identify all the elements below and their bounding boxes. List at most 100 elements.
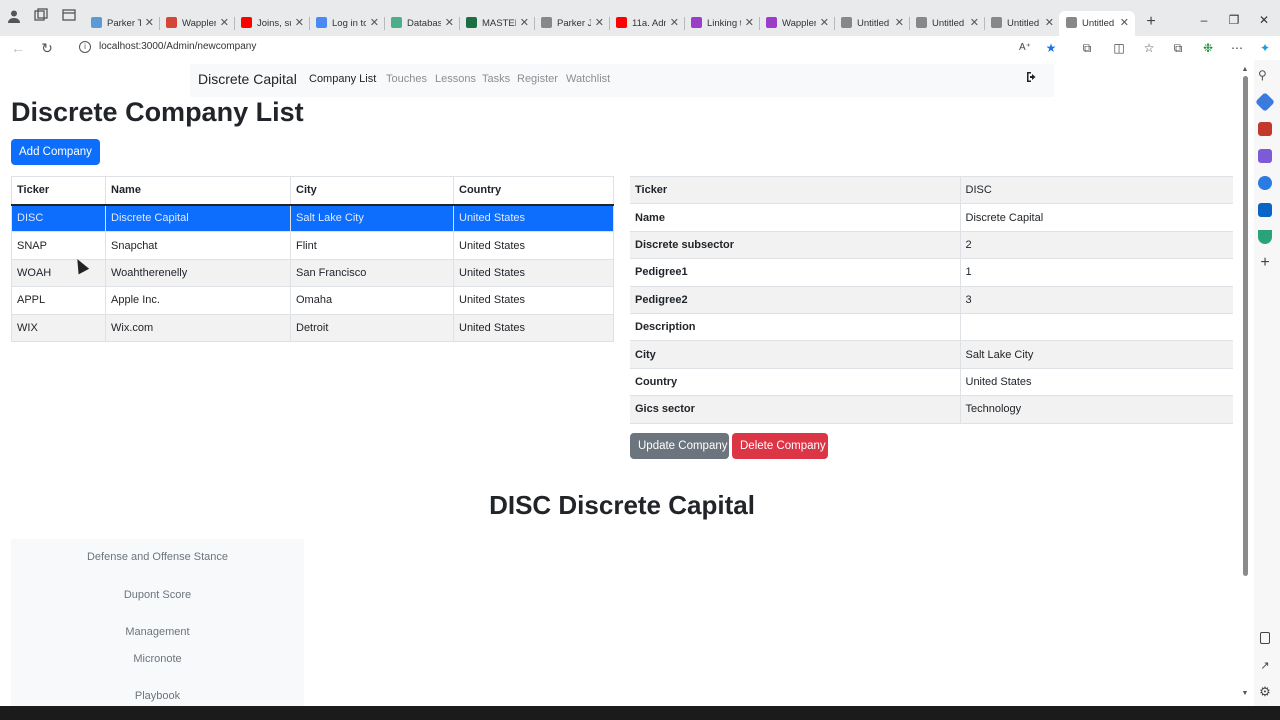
- profile-icon[interactable]: [4, 8, 24, 28]
- sidebar-games-icon[interactable]: [1258, 149, 1272, 163]
- cell-ticker: WOAH: [11, 259, 106, 288]
- sidebar-drop-icon[interactable]: [1258, 230, 1272, 244]
- sidebar-tools-icon[interactable]: [1258, 122, 1272, 136]
- workspaces-icon[interactable]: [31, 8, 51, 28]
- logout-icon[interactable]: [1026, 71, 1038, 86]
- tab-title: Untitled: [1007, 18, 1040, 29]
- more-menu-icon[interactable]: ⋯: [1229, 40, 1245, 56]
- tab-favicon-icon: [541, 17, 552, 28]
- tab-close-icon[interactable]: ✕: [145, 16, 154, 29]
- browser-essentials-icon[interactable]: ❉: [1200, 40, 1216, 56]
- detail-row-country: Country United States: [630, 368, 1233, 397]
- side-menu-item-defense-offense[interactable]: Defense and Offense Stance: [11, 551, 304, 563]
- tab-close-icon[interactable]: ✕: [595, 16, 604, 29]
- tab-close-icon[interactable]: ✕: [670, 16, 679, 29]
- browser-tab[interactable]: Parker Ti ✕: [84, 11, 160, 36]
- site-info-icon[interactable]: i: [79, 41, 91, 53]
- browser-tab[interactable]: Linking t ✕: [684, 11, 760, 36]
- sidebar-m365-icon[interactable]: [1258, 176, 1272, 190]
- detail-label: Name: [630, 203, 961, 232]
- navbar-brand[interactable]: Discrete Capital: [198, 71, 297, 87]
- scroll-up-arrow-icon[interactable]: ▲: [1240, 66, 1250, 73]
- close-window-button[interactable]: ✕: [1257, 13, 1271, 27]
- nav-link-lessons[interactable]: Lessons: [435, 73, 476, 85]
- side-menu-item-micronote[interactable]: Micronote: [11, 653, 304, 665]
- favorite-star-icon[interactable]: ★: [1043, 40, 1059, 56]
- taskbar-strip: [0, 706, 1280, 720]
- browser-tab[interactable]: Log in to ✕: [309, 11, 385, 36]
- extensions-icon[interactable]: ⧉: [1079, 40, 1095, 56]
- sidebar-settings-gear-icon[interactable]: ⚙: [1258, 685, 1272, 699]
- table-row-selected[interactable]: DISC Discrete Capital Salt Lake City Uni…: [11, 204, 614, 233]
- update-company-button[interactable]: Update Company: [630, 433, 729, 459]
- sidebar-add-icon[interactable]: +: [1258, 255, 1272, 271]
- nav-link-company-list[interactable]: Company List: [309, 73, 376, 85]
- sidebar-external-icon[interactable]: ↗: [1258, 659, 1272, 673]
- tab-close-icon[interactable]: ✕: [220, 16, 229, 29]
- tab-title: Wappler: [182, 18, 216, 29]
- column-header-city[interactable]: City: [290, 176, 454, 206]
- side-menu-item-playbook[interactable]: Playbook: [11, 690, 304, 702]
- scrollbar-thumb[interactable]: [1243, 76, 1248, 576]
- tab-close-icon[interactable]: ✕: [1045, 16, 1054, 29]
- add-company-button[interactable]: Add Company: [11, 139, 100, 165]
- tab-close-icon[interactable]: ✕: [820, 16, 829, 29]
- nav-link-watchlist[interactable]: Watchlist: [566, 73, 610, 85]
- nav-link-register[interactable]: Register: [517, 73, 558, 85]
- column-header-country[interactable]: Country: [453, 176, 614, 206]
- tab-close-icon[interactable]: ✕: [970, 16, 979, 29]
- new-tab-button[interactable]: +: [1143, 13, 1159, 31]
- table-row[interactable]: WIX Wix.com Detroit United States: [11, 314, 614, 342]
- cell-name: Woahtherenelly: [105, 259, 291, 288]
- browser-tab[interactable]: 11a. Adm ✕: [609, 11, 685, 36]
- sidebar-shopping-icon[interactable]: [1255, 92, 1275, 112]
- tab-close-icon[interactable]: ✕: [1120, 16, 1129, 29]
- table-row[interactable]: SNAP Snapchat Flint United States: [11, 231, 614, 260]
- browser-tab[interactable]: Joins, sul ✕: [234, 11, 310, 36]
- sidebar-search-icon[interactable]: ⚲: [1258, 68, 1272, 82]
- tab-favicon-icon: [466, 17, 477, 28]
- collections-icon[interactable]: ⧉: [1170, 40, 1186, 56]
- sidebar-outlook-icon[interactable]: [1258, 203, 1272, 217]
- column-header-ticker[interactable]: Ticker: [11, 176, 106, 206]
- tab-actions-icon[interactable]: [59, 8, 79, 28]
- tab-favicon-icon: [166, 17, 177, 28]
- tab-close-icon[interactable]: ✕: [295, 16, 304, 29]
- back-arrow-icon[interactable]: ←: [9, 39, 27, 57]
- split-screen-icon[interactable]: ◫: [1111, 40, 1127, 56]
- browser-tab[interactable]: Parker Ja ✕: [534, 11, 610, 36]
- table-row[interactable]: WOAH Woahtherenelly San Francisco United…: [11, 259, 614, 288]
- browser-tab[interactable]: Untitled ✕: [909, 11, 985, 36]
- tab-title: Untitled: [1082, 18, 1115, 29]
- side-menu-item-management[interactable]: Management: [11, 626, 304, 638]
- restore-button[interactable]: ❐: [1227, 13, 1241, 27]
- side-menu-item-dupont-score[interactable]: Dupont Score: [11, 589, 304, 601]
- tab-close-icon[interactable]: ✕: [895, 16, 904, 29]
- nav-link-tasks[interactable]: Tasks: [482, 73, 510, 85]
- tab-close-icon[interactable]: ✕: [520, 16, 529, 29]
- table-row[interactable]: APPL Apple Inc. Omaha United States: [11, 286, 614, 315]
- tab-close-icon[interactable]: ✕: [370, 16, 379, 29]
- tab-title: MASTER: [482, 18, 516, 29]
- browser-tab[interactable]: Databas ✕: [384, 11, 460, 36]
- nav-link-touches[interactable]: Touches: [386, 73, 427, 85]
- url-field[interactable]: localhost:3000/Admin/newcompany: [99, 41, 256, 52]
- tab-close-icon[interactable]: ✕: [745, 16, 754, 29]
- column-header-name[interactable]: Name: [105, 176, 291, 206]
- read-aloud-icon[interactable]: A⁺: [1017, 40, 1033, 56]
- browser-tab[interactable]: Untitled ✕: [984, 11, 1060, 36]
- scroll-down-arrow-icon[interactable]: ▼: [1240, 690, 1250, 697]
- copilot-icon[interactable]: ✦: [1257, 40, 1273, 56]
- refresh-icon[interactable]: ↻: [38, 39, 56, 57]
- delete-company-button[interactable]: Delete Company: [732, 433, 828, 459]
- browser-tab[interactable]: Untitled ✕: [834, 11, 910, 36]
- page-scrollbar[interactable]: ▲ ▼: [1240, 66, 1250, 700]
- browser-tab[interactable]: Wappler ✕: [159, 11, 235, 36]
- sidebar-panel-icon[interactable]: [1260, 632, 1270, 644]
- favorites-list-icon[interactable]: ☆: [1141, 40, 1157, 56]
- browser-tab[interactable]: Wappler ✕: [759, 11, 835, 36]
- browser-tab[interactable]: MASTER ✕: [459, 11, 535, 36]
- tab-close-icon[interactable]: ✕: [445, 16, 454, 29]
- minimize-button[interactable]: –: [1197, 13, 1211, 27]
- browser-tab[interactable]: Untitled ✕: [1059, 11, 1135, 36]
